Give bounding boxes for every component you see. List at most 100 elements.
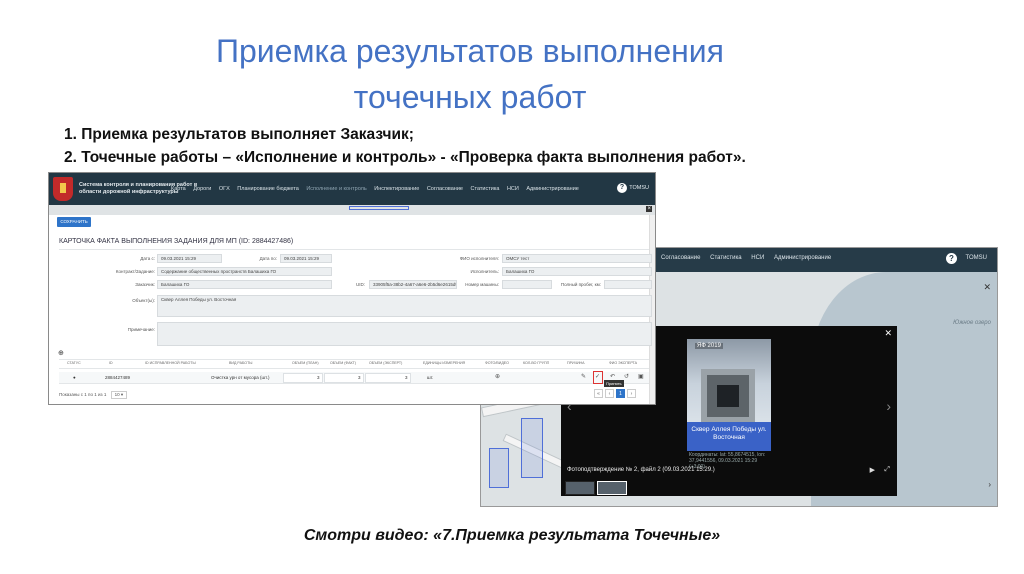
map-strip	[49, 205, 655, 215]
column-header[interactable]: ВИД РАБОТЫ	[229, 361, 252, 365]
help-icon[interactable]: ?	[617, 183, 627, 193]
viewer-user-name[interactable]: TOMSU	[965, 255, 987, 261]
chevron-right-icon[interactable]: ›	[886, 398, 891, 414]
viewer-menu-item[interactable]: НСИ	[751, 255, 764, 261]
nav-item-nsi[interactable]: НСИ	[507, 186, 519, 192]
undo-icon[interactable]: ↶	[610, 373, 615, 380]
app-header: Система контроля и планирования работ в …	[49, 173, 655, 205]
executor-fio-label: ФИО исполнителя:	[459, 256, 499, 261]
close-icon[interactable]: ✕	[983, 282, 991, 293]
slide-title-line2: точечных работ	[353, 79, 587, 115]
map-parcel[interactable]	[521, 418, 543, 478]
nav-item-ogh[interactable]: ОГХ	[219, 186, 230, 192]
slide-title-line1: Приемка результатов выполнения	[215, 33, 724, 69]
executor-field[interactable]: Балашиха ГО	[502, 267, 652, 276]
add-icon[interactable]: ⊕	[58, 349, 64, 357]
viewer-menu-item[interactable]: Статистика	[710, 255, 742, 261]
nav-item-admin[interactable]: Администрирование	[526, 186, 578, 192]
date-from-field[interactable]: 09.03.2021 15:29	[157, 254, 222, 263]
column-header[interactable]: ОБЪЕМ (ПЛАН)	[292, 361, 319, 365]
viewer-menu-item[interactable]: Администрирование	[774, 255, 831, 261]
play-icon[interactable]: ▶	[870, 466, 875, 474]
photo-place-label: Сквер Аллея Победы ул. Восточная	[687, 422, 771, 451]
fact-card-screenshot: Система контроля и планирования работ в …	[48, 172, 656, 405]
fullscreen-icon[interactable]: ⤢	[884, 466, 890, 474]
nav-item-inspection[interactable]: Инспектирование	[374, 186, 419, 192]
nav-item-execution[interactable]: Исполнение и контроль	[306, 186, 366, 192]
chevron-right-icon[interactable]: ›	[988, 480, 991, 489]
customer-label: Заказчик:	[135, 282, 155, 287]
nav-item-budget[interactable]: Планирование бюджета	[237, 186, 299, 192]
nav-item-approval[interactable]: Согласование	[427, 186, 463, 192]
object-field[interactable]: Сквер Аллея Победы ул. Восточная	[157, 295, 652, 317]
column-header[interactable]: ПРИЧИНА	[567, 361, 585, 365]
date-to-field[interactable]: 09.03.2021 15:29	[280, 254, 332, 263]
accept-icon[interactable]: ✓	[595, 373, 600, 380]
first-page-button[interactable]: «	[594, 389, 603, 398]
coat-of-arms-logo	[53, 177, 73, 201]
card-title: КАРТОЧКА ФАКТА ВЫПОЛНЕНИЯ ЗАДАНИЯ ДЛЯ МП…	[59, 238, 294, 245]
status-icon: ●	[73, 375, 76, 380]
column-header[interactable]: ID ИСПРАВЛЕННОЙ РАБОТЫ	[145, 361, 196, 365]
nav-item-map[interactable]: Карта	[171, 186, 186, 192]
row-fact: 3	[358, 375, 361, 380]
note-label: Примечание:	[127, 327, 155, 332]
mileage-label: Полный пробег, км:	[560, 282, 601, 287]
note-field[interactable]	[157, 322, 652, 346]
map-parcel[interactable]	[489, 448, 509, 488]
row-id: 2884427489	[105, 375, 131, 380]
column-header[interactable]: ЕДИНИЦЫ ИЗМЕРЕНИЯ	[423, 361, 465, 365]
nav-item-roads[interactable]: Дороги	[193, 186, 211, 192]
slide-title: Приемка результатов выполнения точечных …	[150, 28, 790, 120]
edit-icon[interactable]: ✎	[581, 373, 586, 380]
customer-field[interactable]: Балашиха ГО	[157, 280, 332, 289]
page-size-select[interactable]: 10 ▾	[110, 391, 128, 399]
viewer-menu-item[interactable]: Согласование	[661, 255, 700, 261]
delete-icon[interactable]: ▣	[638, 373, 644, 380]
pager-info: Показаны с 1 по 1 из 1 10 ▾	[59, 391, 128, 399]
row-plan: 3	[317, 375, 320, 380]
photo-tag: ЯФ 2019	[695, 343, 723, 349]
save-button[interactable]: СОХРАНИТЬ	[57, 217, 91, 227]
divider	[59, 249, 649, 250]
history-icon[interactable]: ↺	[624, 373, 629, 380]
executor-fio-field[interactable]: ОМСУ тест	[502, 254, 652, 263]
add-photo-icon[interactable]: ⊕	[495, 373, 500, 380]
photo-thumbnail[interactable]	[565, 481, 595, 495]
column-header[interactable]: СТАТУС	[67, 361, 81, 365]
contract-field[interactable]: Содержание общественных пространств Бала…	[157, 267, 332, 276]
row-work-type: Очистка урн от мусора (шт.)	[211, 375, 270, 380]
well-image	[701, 369, 755, 423]
machine-label: Номер машины:	[465, 282, 499, 287]
nav-item-statistics[interactable]: Статистика	[471, 186, 500, 192]
bullet-2: 2. Точечные работы – «Исполнение и контр…	[64, 149, 746, 166]
executor-label: Исполнитель:	[470, 269, 499, 274]
row-unit: шт.	[427, 375, 434, 380]
mileage-field[interactable]	[604, 280, 652, 289]
close-icon[interactable]: ✕	[884, 328, 892, 339]
column-header[interactable]: ID	[109, 361, 113, 365]
machine-field[interactable]	[502, 280, 552, 289]
column-header[interactable]: ФОТО/ВИДЕО	[485, 361, 509, 365]
column-header[interactable]: ФИО ЭКСПЕРТА	[609, 361, 637, 365]
map-lake-label: Южное озеро	[953, 320, 991, 326]
uid-label: UID:	[356, 282, 365, 287]
column-header[interactable]: ОБЪЕМ (ФАКТ)	[330, 361, 356, 365]
viewer-top-menu: Согласование Статистика НСИ Администриро…	[661, 255, 839, 261]
photo-thumbnail[interactable]	[597, 481, 627, 495]
prev-page-button[interactable]: ‹	[605, 389, 614, 398]
user-name[interactable]: TOMSU	[629, 185, 649, 191]
photo-caption: Фотоподтверждение № 2, файл 2 (09.03.202…	[567, 467, 715, 473]
video-caption: Смотри видео: «7.Приемка результата Точе…	[303, 527, 721, 544]
date-from-label: Дата с:	[140, 256, 155, 261]
current-page-button[interactable]: 1	[616, 389, 625, 398]
column-header[interactable]: КОЛ-ВО ГРУПП	[523, 361, 549, 365]
row-expert: 3	[405, 375, 408, 380]
object-label: Объект(ы):	[132, 298, 155, 303]
next-page-button[interactable]: ›	[627, 389, 636, 398]
help-icon[interactable]: ?	[946, 253, 957, 264]
bullet-1: 1. Приемка результатов выполняет Заказчи…	[64, 126, 414, 143]
close-icon[interactable]: ×	[646, 206, 652, 212]
column-header[interactable]: ОБЪЕМ (ЭКСПЕРТ)	[369, 361, 402, 365]
uid-field[interactable]: 33905f5a-38b2-4a67-a6e6-2b5d6e2615d9	[369, 280, 457, 289]
